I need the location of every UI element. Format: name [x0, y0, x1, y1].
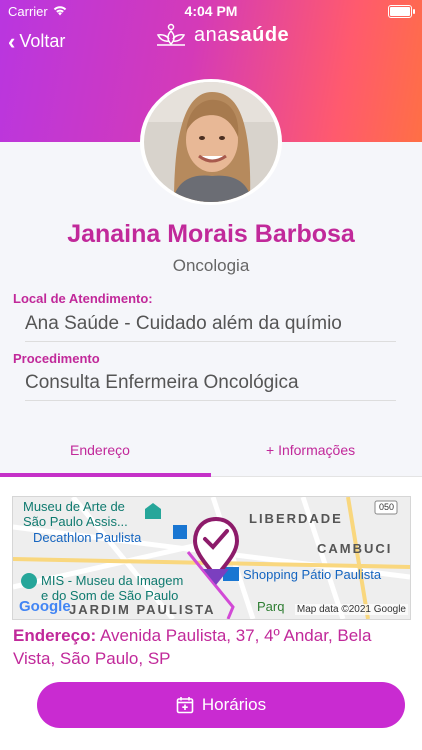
procedure-value: Consulta Enfermeira Oncológica — [25, 372, 396, 401]
back-label: Voltar — [19, 31, 66, 51]
map-label-shopping: Shopping Pátio Paulista — [243, 567, 382, 582]
map-label-liberdade: LIBERDADE — [249, 511, 343, 526]
procedure-label: Procedimento — [13, 351, 100, 366]
location-label: Local de Atendimento: — [13, 291, 153, 306]
location-value: Ana Saúde - Cuidado além da químio — [25, 313, 396, 342]
avatar — [140, 79, 282, 205]
map-label-museu-line2: São Paulo Assis... — [23, 514, 128, 529]
avatar-photo — [144, 82, 278, 202]
map-road-shield: 050 — [379, 502, 395, 512]
logo-text-bold: saúde — [228, 23, 290, 46]
logo-text-light: ana — [194, 23, 229, 46]
chevron-left-icon: ‹ — [8, 28, 16, 54]
map-label-decathlon: Decathlon Paulista — [33, 530, 142, 545]
lotus-icon — [156, 23, 186, 46]
map-label-parque: Parq — [257, 599, 285, 614]
tab-informacoes[interactable]: + Informações — [266, 442, 355, 458]
address-label: Endereço: — [13, 626, 97, 645]
tab-active-indicator — [0, 473, 211, 477]
app-logo: anasaúde — [154, 23, 289, 47]
map-attribution: Map data ©2021 Google — [294, 604, 408, 615]
status-bar: Carrier 4:04 PM — [0, 0, 422, 22]
logo-text: anasaúde — [194, 24, 289, 47]
schedule-button-label: Horários — [201, 695, 267, 714]
location-map[interactable]: Museu de Arte de São Paulo Assis... Deca… — [12, 496, 411, 620]
map-label-museu-line1: Museu de Arte de — [23, 499, 125, 514]
map-label-museu: Museu de Arte de São Paulo Assis... — [23, 499, 128, 529]
map-label-jardim: JARDIM PAULISTA — [69, 602, 216, 617]
map-label-mis-line1: MIS - Museu da Imagem — [41, 573, 184, 588]
schedule-button[interactable]: Horários — [37, 682, 405, 728]
back-button[interactable]: ‹ Voltar — [8, 28, 66, 54]
address-block: Endereço: Avenida Paulista, 37, 4º Andar… — [13, 624, 409, 670]
tab-bar: Endereço + Informações — [0, 428, 422, 477]
clock-label: 4:04 PM — [184, 3, 238, 19]
professional-name: Janaina Morais Barbosa — [67, 220, 355, 248]
google-logo: Google — [19, 598, 71, 615]
map-label-cambuci: CAMBUCI — [317, 541, 393, 556]
calendar-plus-icon — [176, 697, 194, 714]
battery-icon — [388, 5, 415, 18]
map-pin-icon — [191, 516, 241, 592]
specialty-label: Oncologia — [172, 256, 250, 275]
tab-endereco[interactable]: Endereço — [70, 442, 130, 458]
